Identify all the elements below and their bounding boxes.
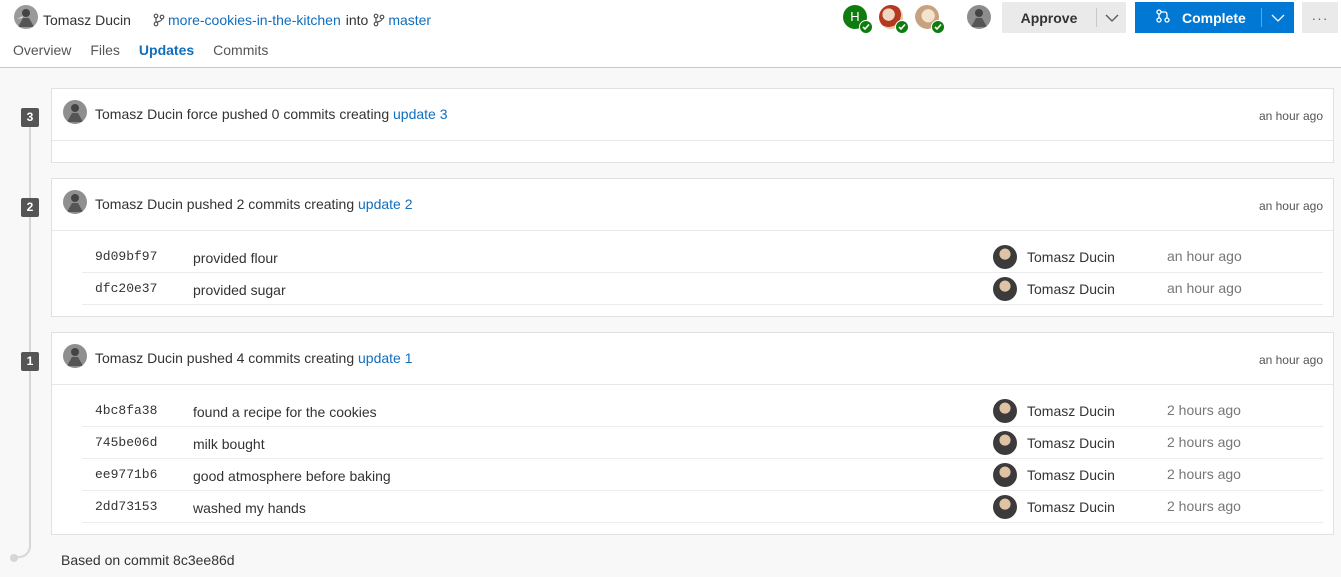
tab-files[interactable]: Files	[90, 42, 120, 58]
commit-hash[interactable]: ee9771b6	[95, 467, 157, 482]
update-number-badge[interactable]: 1	[21, 352, 39, 371]
tab-updates[interactable]: Updates	[139, 42, 194, 58]
author-avatar	[993, 495, 1017, 519]
pull-request-icon	[1156, 9, 1170, 26]
commit-author: Tomasz Ducin	[1027, 435, 1115, 451]
author-avatar	[993, 431, 1017, 455]
commit-message[interactable]: provided sugar	[193, 282, 286, 298]
branch-info: more-cookies-in-the-kitchen into master	[153, 12, 431, 28]
commit-time: an hour ago	[1167, 280, 1242, 296]
commit-hash[interactable]: 745be06d	[95, 435, 157, 450]
reviewer-avatar[interactable]	[915, 5, 945, 34]
commit-list: 4bc8fa38 found a recipe for the cookies …	[52, 385, 1333, 523]
author-avatar	[993, 463, 1017, 487]
update-time: an hour ago	[1258, 353, 1323, 367]
branch-icon	[153, 13, 165, 27]
pr-tabs: Overview Files Updates Commits	[13, 42, 268, 58]
complete-button[interactable]: Complete	[1135, 2, 1294, 33]
commit-time: an hour ago	[1167, 248, 1242, 264]
commit-author: Tomasz Ducin	[1027, 467, 1115, 483]
tab-overview[interactable]: Overview	[13, 42, 71, 58]
update-link[interactable]: update 3	[393, 106, 448, 122]
commit-hash[interactable]: 9d09bf97	[95, 249, 157, 264]
commit-author: Tomasz Ducin	[1027, 499, 1115, 515]
commit-list: 9d09bf97 provided flour Tomasz Ducin an …	[52, 231, 1333, 305]
timeline-line	[29, 118, 31, 534]
update-header: Tomasz Ducin pushed 4 commits creating u…	[52, 333, 1333, 385]
tab-commits[interactable]: Commits	[213, 42, 268, 58]
update-card: Tomasz Ducin pushed 2 commits creating u…	[51, 178, 1334, 317]
pusher-avatar[interactable]	[63, 190, 87, 214]
source-branch-link[interactable]: more-cookies-in-the-kitchen	[168, 12, 341, 28]
commit-message[interactable]: provided flour	[193, 250, 278, 266]
author-avatar	[993, 245, 1017, 269]
commit-time: 2 hours ago	[1167, 402, 1241, 418]
commit-row[interactable]: 4bc8fa38 found a recipe for the cookies …	[82, 395, 1323, 427]
update-header: Tomasz Ducin pushed 2 commits creating u…	[52, 179, 1333, 231]
reviewer-avatar[interactable]: H	[843, 5, 873, 34]
current-user-avatar[interactable]	[967, 5, 991, 29]
update-card: Tomasz Ducin force pushed 0 commits crea…	[51, 88, 1334, 163]
target-branch-link[interactable]: master	[388, 12, 431, 28]
commit-time: 2 hours ago	[1167, 498, 1241, 514]
commit-author: Tomasz Ducin	[1027, 281, 1115, 297]
commit-hash[interactable]: 4bc8fa38	[95, 403, 157, 418]
commit-author: Tomasz Ducin	[1027, 249, 1115, 265]
branch-icon	[373, 13, 385, 27]
approved-check-icon	[859, 20, 873, 34]
chevron-down-icon[interactable]	[1097, 14, 1126, 22]
update-number-badge[interactable]: 2	[21, 198, 39, 217]
update-number-badge[interactable]: 3	[21, 108, 39, 127]
commit-message[interactable]: found a recipe for the cookies	[193, 404, 377, 420]
chevron-down-icon[interactable]	[1262, 14, 1294, 22]
commit-row[interactable]: ee9771b6 good atmosphere before baking T…	[82, 459, 1323, 491]
reviewer-avatar[interactable]	[879, 5, 909, 34]
commit-message[interactable]: milk bought	[193, 436, 265, 452]
approved-check-icon	[895, 20, 909, 34]
commit-time: 2 hours ago	[1167, 466, 1241, 482]
pr-header: Tomasz Ducin more-cookies-in-the-kitchen…	[0, 0, 1341, 68]
author-name: Tomasz Ducin	[43, 12, 131, 28]
into-text: into	[345, 12, 369, 28]
commit-row[interactable]: dfc20e37 provided sugar Tomasz Ducin an …	[82, 273, 1323, 305]
approved-check-icon	[931, 20, 945, 34]
pusher-avatar[interactable]	[63, 344, 87, 368]
more-actions-button[interactable]: ···	[1302, 2, 1338, 33]
approve-button[interactable]: Approve	[1002, 2, 1126, 33]
author-avatar	[993, 277, 1017, 301]
pusher-avatar[interactable]	[63, 100, 87, 124]
update-header: Tomasz Ducin force pushed 0 commits crea…	[52, 89, 1333, 141]
base-commit-text: Based on commit 8c3ee86d	[61, 552, 235, 568]
update-time: an hour ago	[1258, 199, 1323, 213]
update-card: Tomasz Ducin pushed 4 commits creating u…	[51, 332, 1334, 535]
timeline-end-dot	[10, 554, 18, 562]
commit-author: Tomasz Ducin	[1027, 403, 1115, 419]
commit-hash[interactable]: dfc20e37	[95, 281, 157, 296]
update-title-text: Tomasz Ducin force pushed 0 commits crea…	[95, 106, 390, 122]
author-avatar	[993, 399, 1017, 423]
author-avatar[interactable]	[14, 5, 38, 29]
reviewers: H	[843, 5, 951, 34]
timeline-curve	[13, 520, 31, 558]
update-title: Tomasz Ducin pushed 2 commits creating u…	[95, 196, 413, 212]
update-link[interactable]: update 2	[358, 196, 413, 212]
update-title: Tomasz Ducin force pushed 0 commits crea…	[95, 106, 448, 122]
commit-message[interactable]: good atmosphere before baking	[193, 468, 391, 484]
commit-hash[interactable]: 2dd73153	[95, 499, 157, 514]
commit-time: 2 hours ago	[1167, 434, 1241, 450]
commit-row[interactable]: 745be06d milk bought Tomasz Ducin 2 hour…	[82, 427, 1323, 459]
commit-message[interactable]: washed my hands	[193, 500, 306, 516]
update-title-text: Tomasz Ducin pushed 2 commits creating	[95, 196, 355, 212]
commit-row[interactable]: 9d09bf97 provided flour Tomasz Ducin an …	[82, 241, 1323, 273]
update-title-text: Tomasz Ducin pushed 4 commits creating	[95, 350, 355, 366]
update-link[interactable]: update 1	[358, 350, 413, 366]
complete-label: Complete	[1182, 9, 1246, 26]
commit-row[interactable]: 2dd73153 washed my hands Tomasz Ducin 2 …	[82, 491, 1323, 523]
update-time: an hour ago	[1258, 109, 1323, 123]
update-title: Tomasz Ducin pushed 4 commits creating u…	[95, 350, 413, 366]
approve-label: Approve	[1020, 9, 1078, 26]
reviewer-initial: H	[850, 9, 860, 24]
